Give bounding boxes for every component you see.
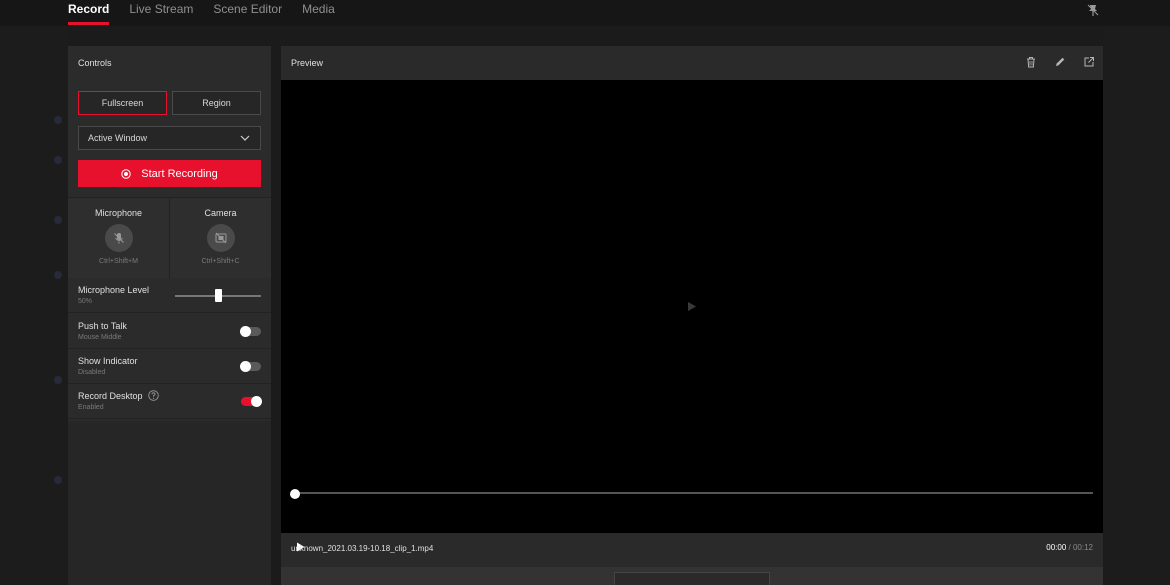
top-navigation: Record Live Stream Scene Editor Media — [0, 0, 1170, 26]
background-dot — [54, 476, 62, 484]
push-to-talk-sub: Mouse Middle — [78, 334, 122, 341]
microphone-level-setting: Microphone Level 50% — [68, 278, 271, 313]
tab-scene-editor[interactable]: Scene Editor — [213, 0, 282, 26]
record-icon — [121, 168, 131, 179]
background-dot — [54, 116, 62, 124]
preview-title: Preview — [291, 58, 324, 68]
push-to-talk-setting: Push to Talk Mouse Middle — [68, 314, 271, 349]
preview-actions — [1025, 56, 1095, 68]
record-desktop-toggle[interactable] — [241, 396, 262, 407]
camera-shortcut: Ctrl+Shift+C — [201, 258, 240, 265]
microphone-button[interactable] — [104, 224, 133, 252]
record-desktop-setting: Record Desktop Enabled — [68, 384, 271, 419]
timeline-track[interactable] — [295, 492, 1093, 494]
camera-off-icon — [215, 232, 226, 244]
push-to-talk-toggle[interactable] — [240, 326, 261, 337]
chevron-down-icon — [240, 135, 250, 141]
push-to-talk-title: Push to Talk — [78, 321, 127, 331]
capture-source-value: Active Window — [88, 133, 148, 143]
preview-bottom-bar — [281, 567, 1103, 585]
toggle-knob — [240, 361, 251, 372]
record-desktop-sub: Enabled — [78, 404, 104, 411]
controls-empty-area — [68, 421, 271, 585]
show-indicator-setting: Show Indicator Disabled — [68, 349, 271, 384]
start-recording-label: Start Recording — [141, 167, 218, 180]
video-preview[interactable]: 00:00 / 00:12 — [281, 80, 1103, 552]
record-desktop-title: Record Desktop — [78, 391, 143, 401]
camera-toggle: Camera Ctrl+Shift+C — [169, 198, 271, 278]
start-recording-button[interactable]: Start Recording — [78, 160, 261, 187]
microphone-toggle: Microphone Ctrl+Shift+M — [68, 198, 169, 278]
microphone-shortcut: Ctrl+Shift+M — [99, 258, 138, 265]
show-indicator-toggle[interactable] — [240, 361, 261, 372]
tab-media[interactable]: Media — [302, 0, 335, 26]
toggle-knob — [251, 396, 262, 407]
help-icon[interactable] — [148, 390, 159, 401]
bottom-button[interactable] — [614, 572, 770, 585]
background-dot — [54, 376, 62, 384]
toggle-knob — [240, 326, 251, 337]
background-dot — [54, 156, 62, 164]
pencil-icon[interactable] — [1054, 56, 1066, 68]
trash-icon[interactable] — [1025, 56, 1037, 68]
microphone-level-thumb[interactable] — [214, 289, 222, 302]
device-toggles: Microphone Ctrl+Shift+M Camera Ctrl+Shif… — [68, 197, 271, 278]
current-time: 00:00 — [1046, 543, 1067, 552]
camera-button[interactable] — [206, 224, 235, 252]
show-indicator-sub: Disabled — [78, 369, 106, 376]
capture-mode-group: Fullscreen Region — [78, 91, 261, 115]
controls-title: Controls — [78, 58, 112, 68]
background-dot — [54, 216, 62, 224]
show-indicator-title: Show Indicator — [78, 356, 138, 366]
play-icon[interactable] — [688, 302, 696, 311]
microphone-level-title: Microphone Level — [78, 285, 150, 295]
timecode: 00:00 / 00:12 — [1046, 543, 1093, 552]
total-time: / 00:12 — [1068, 543, 1093, 552]
fullscreen-button[interactable]: Fullscreen — [78, 91, 167, 115]
external-link-icon[interactable] — [1083, 56, 1095, 68]
tab-live-stream[interactable]: Live Stream — [129, 0, 193, 26]
tab-record[interactable]: Record — [68, 0, 110, 26]
microphone-level-value: 50% — [78, 298, 93, 305]
pin-icon[interactable] — [1086, 3, 1100, 17]
region-button[interactable]: Region — [172, 91, 261, 115]
microphone-label: Microphone — [94, 208, 143, 218]
preview-panel: Preview 00:00 / 00:12 unknown_2021.03.19… — [281, 46, 1103, 585]
camera-label: Camera — [204, 208, 237, 218]
capture-source-select[interactable]: Active Window — [78, 126, 261, 150]
clip-filename: unknown_2021.03.19-10.18_clip_1.mp4 — [291, 544, 434, 553]
timeline-scrubber[interactable] — [290, 489, 300, 499]
controls-panel: Controls Fullscreen Region Active Window… — [68, 46, 271, 585]
background-dot — [54, 271, 62, 279]
background-left — [0, 26, 68, 585]
mic-off-icon — [113, 233, 124, 244]
background-right — [1103, 26, 1170, 585]
